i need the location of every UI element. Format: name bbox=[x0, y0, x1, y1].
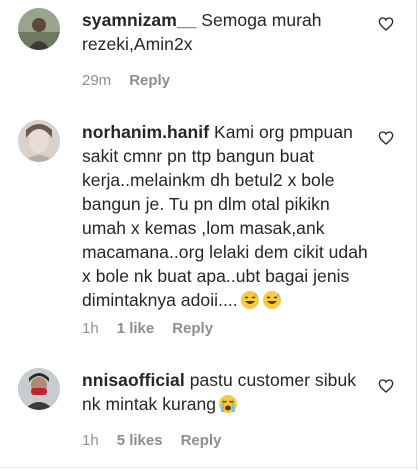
comment-item: syamnizam__ Semoga murah rezeki,Amin2x 2… bbox=[18, 8, 398, 98]
comment-text-block: norhanim.hanif Kami org pmpuan sakit cmn… bbox=[82, 120, 372, 312]
comment-meta: 1h 5 likes Reply bbox=[82, 432, 221, 449]
comment-username[interactable]: norhanim.hanif bbox=[82, 122, 209, 142]
sweat-smile-emoji bbox=[262, 291, 281, 309]
comment-text-block: syamnizam__ Semoga murah rezeki,Amin2x bbox=[82, 8, 372, 56]
right-border bbox=[416, 0, 417, 470]
avatar[interactable] bbox=[18, 120, 60, 162]
reply-button[interactable]: Reply bbox=[181, 432, 222, 449]
avatar[interactable] bbox=[18, 8, 60, 50]
comment-item: norhanim.hanif Kami org pmpuan sakit cmn… bbox=[18, 120, 398, 340]
heart-outline-icon[interactable] bbox=[378, 130, 394, 146]
sweat-smile-emoji bbox=[240, 291, 259, 309]
reply-button[interactable]: Reply bbox=[129, 72, 170, 89]
bottom-border bbox=[0, 467, 418, 468]
comment-username[interactable]: syamnizam__ bbox=[82, 10, 196, 30]
comment-time: 1h bbox=[82, 432, 99, 449]
comment-text-block: nnisaofficial pastu customer sibuk nk mi… bbox=[82, 368, 372, 416]
comment-item: nnisaofficial pastu customer sibuk nk mi… bbox=[18, 368, 398, 458]
comment-meta: 29m Reply bbox=[82, 72, 170, 89]
comment-username[interactable]: nnisaofficial bbox=[82, 370, 185, 390]
likes-count[interactable]: 1 like bbox=[117, 320, 155, 337]
comment-time: 1h bbox=[82, 320, 99, 337]
avatar[interactable] bbox=[18, 368, 60, 410]
comment-meta: 1h 1 like Reply bbox=[82, 320, 213, 337]
heart-outline-icon[interactable] bbox=[378, 378, 394, 394]
crying-emoji bbox=[219, 395, 238, 413]
comment-time: 29m bbox=[82, 72, 112, 89]
comment-text: Kami org pmpuan sakit cmnr pn ttp bangun… bbox=[82, 122, 368, 310]
heart-outline-icon[interactable] bbox=[378, 16, 394, 32]
likes-count[interactable]: 5 likes bbox=[117, 432, 163, 449]
reply-button[interactable]: Reply bbox=[172, 320, 213, 337]
